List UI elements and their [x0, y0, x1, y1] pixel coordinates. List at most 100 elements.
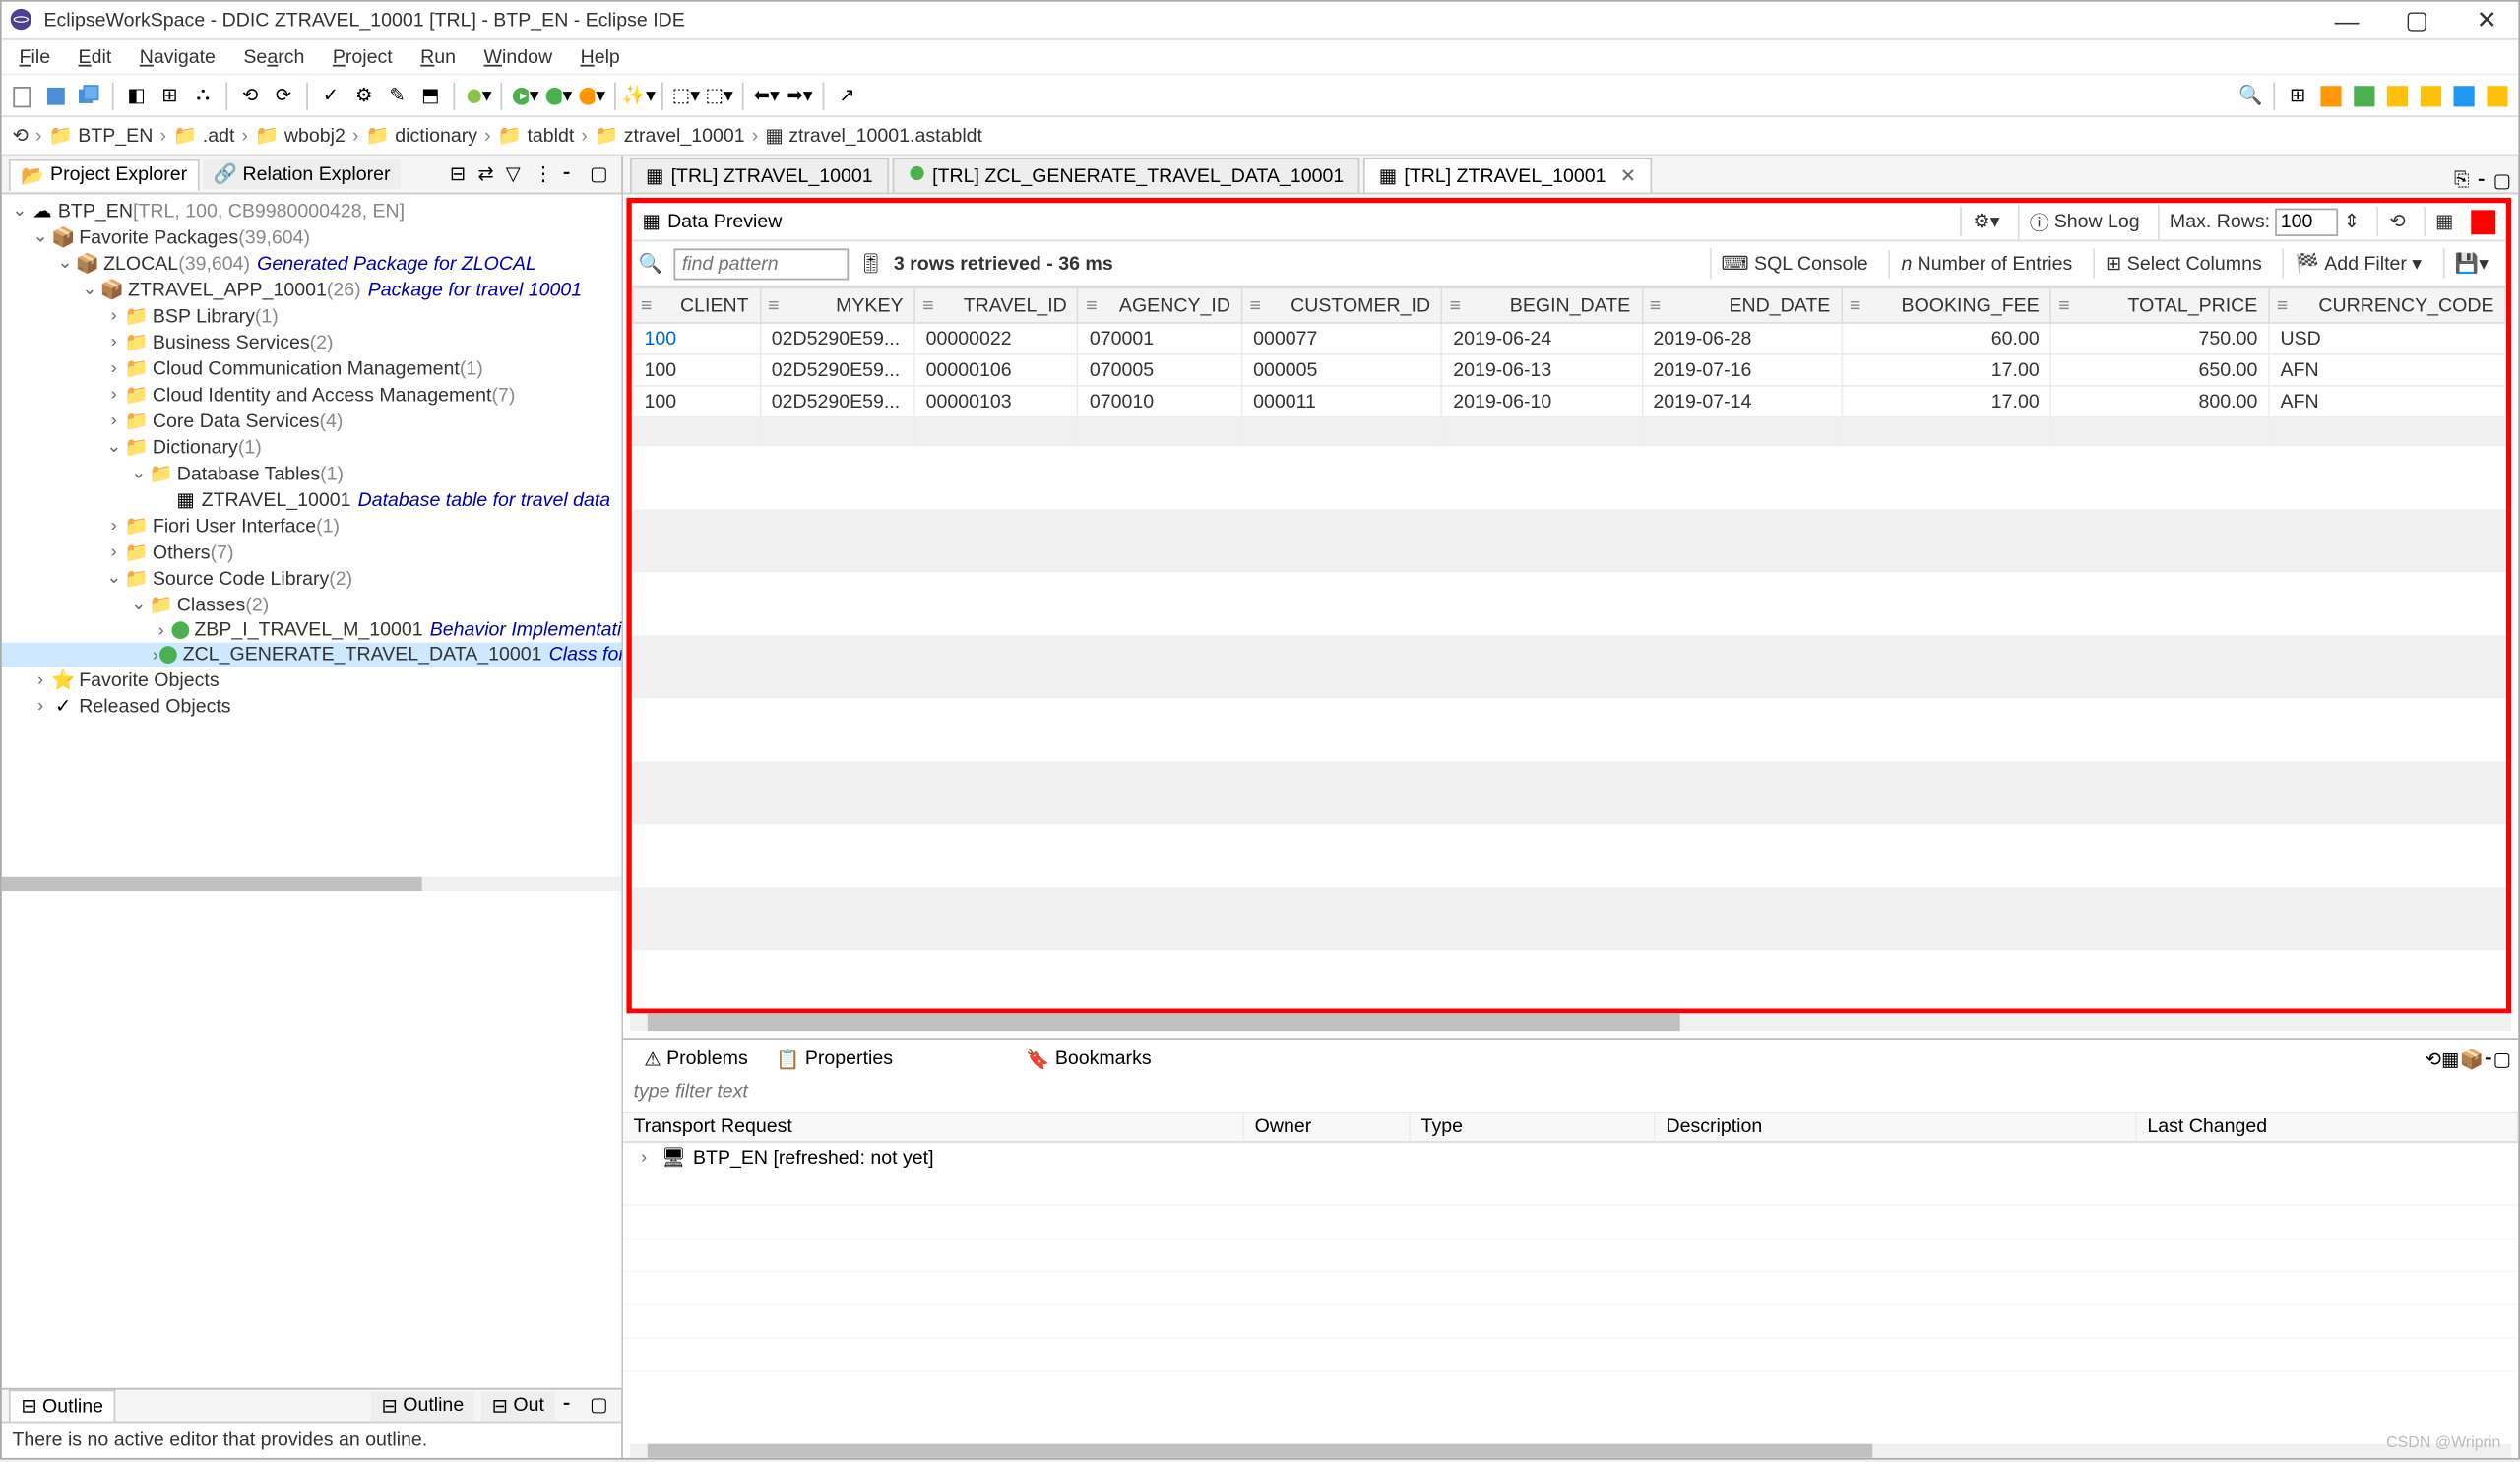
cell[interactable]: 800.00 — [2050, 386, 2269, 417]
tree-core-data[interactable]: ›📁Core Data Services (4) — [2, 408, 621, 434]
tree-ztravel-table[interactable]: ▦ZTRAVEL_10001Database table for travel … — [2, 486, 621, 513]
dp-options-icon[interactable]: ⚙▾ — [1961, 207, 2010, 236]
cell[interactable]: 2019-07-14 — [1642, 386, 1842, 417]
filter-input[interactable] — [634, 1082, 2508, 1103]
cell[interactable]: 000011 — [1241, 386, 1441, 417]
back-icon[interactable]: ⬅▾ — [752, 82, 780, 109]
table-row[interactable]: 10002D5290E59...000000220700010000772019… — [633, 323, 2505, 354]
tree-business[interactable]: ›📁Business Services (2) — [2, 329, 621, 355]
cell[interactable]: 750.00 — [2050, 323, 2269, 354]
bc-item-0[interactable]: 📁BTP_EN — [49, 124, 154, 147]
column-header[interactable]: ≡TOTAL_PRICE — [2050, 287, 2269, 323]
tb-icon-3[interactable]: ⛬ — [189, 82, 217, 109]
filter-icon[interactable]: 🎚 — [858, 252, 883, 275]
tree-fav-pkg[interactable]: ⌄📦Favorite Packages (39,604) — [2, 224, 621, 251]
cell[interactable]: 100 — [633, 386, 760, 417]
column-header[interactable]: ≡AGENCY_ID — [1078, 287, 1241, 323]
cell[interactable]: 60.00 — [1842, 323, 2050, 354]
column-header[interactable]: ≡END_DATE — [1642, 287, 1842, 323]
persp-icon-5[interactable] — [2417, 82, 2444, 109]
tb-icon-1[interactable]: ◧ — [122, 82, 150, 109]
cell[interactable]: 000077 — [1241, 323, 1441, 354]
show-log-button[interactable]: ⓘ Show Log — [2017, 204, 2150, 239]
tree-fav-obj[interactable]: ›⭐Favorite Objects — [2, 667, 621, 693]
cell[interactable]: 070001 — [1078, 323, 1241, 354]
save-all-icon[interactable] — [75, 82, 102, 109]
tree-bsp[interactable]: ›📁BSP Library (1) — [2, 303, 621, 330]
tb-icon-8[interactable]: ✎ — [383, 82, 410, 109]
cell[interactable]: 00000022 — [914, 323, 1078, 354]
sql-console-button[interactable]: ⌨ SQL Console — [1709, 248, 1878, 278]
tree-cloud-id[interactable]: ›📁Cloud Identity and Access Management (… — [2, 382, 621, 409]
tree-dict[interactable]: ⌄📁Dictionary (1) — [2, 434, 621, 461]
column-header[interactable]: ≡CLIENT — [633, 287, 760, 323]
wand-icon[interactable]: ✨▾ — [625, 82, 653, 109]
cell[interactable]: 100 — [633, 354, 760, 386]
table-row[interactable]: 10002D5290E59...000001060700050000052019… — [633, 354, 2505, 386]
close-button[interactable]: ✕ — [2462, 3, 2511, 38]
cell[interactable]: 17.00 — [1842, 386, 2050, 417]
tree-fiori[interactable]: ›📁Fiori User Interface (1) — [2, 513, 621, 540]
persp-icon-4[interactable] — [2383, 82, 2411, 109]
data-grid[interactable]: ≡CLIENT≡MYKEY≡TRAVEL_ID≡AGENCY_ID≡CUSTOM… — [632, 287, 2506, 1008]
close-icon[interactable]: ✕ — [1620, 164, 1636, 187]
menu-navigate[interactable]: Navigate — [126, 43, 230, 71]
transport-row[interactable]: ›🖥BTP_EN [refreshed: not yet] — [623, 1143, 2518, 1173]
th-type[interactable]: Type — [1411, 1113, 1656, 1141]
table-row[interactable]: 10002D5290E59...000001030700100000112019… — [633, 386, 2505, 417]
tab-project-explorer[interactable]: 📂 Project Explorer — [9, 159, 200, 190]
cell[interactable]: 2019-06-13 — [1441, 354, 1641, 386]
persp-icon-3[interactable] — [2351, 82, 2378, 109]
tree-source-lib[interactable]: ⌄📁Source Code Library (2) — [2, 565, 621, 592]
th-description[interactable]: Description — [1656, 1113, 2137, 1141]
tree-scrollbar[interactable] — [2, 877, 621, 891]
select-columns-button[interactable]: ⊞ Select Columns — [2094, 248, 2273, 278]
th-transport[interactable]: Transport Request — [623, 1113, 1244, 1141]
dp-export-icon[interactable]: 💾▾ — [2442, 248, 2498, 278]
tab-outline[interactable]: ⊟Outline — [9, 1390, 116, 1422]
menu-icon[interactable]: ⋮ — [534, 161, 558, 186]
tree-root[interactable]: ⌄☁BTP_EN [TRL, 100, CB9980000428, EN] — [2, 198, 621, 224]
spinner-icon[interactable]: ⇕ — [2344, 210, 2360, 232]
minimize-button[interactable]: — — [2322, 3, 2371, 38]
tab-relation-explorer[interactable]: 🔗 Relation Explorer — [203, 159, 401, 189]
bc-home-icon[interactable]: ⟲ — [12, 124, 28, 147]
tree-ztravel-app[interactable]: ⌄📦ZTRAVEL_APP_10001 (26)Package for trav… — [2, 277, 621, 303]
menu-window[interactable]: Window — [470, 43, 566, 71]
debug-icon[interactable]: ▾ — [464, 82, 491, 109]
maximize-icon[interactable]: ▢ — [590, 161, 614, 186]
tree-rel-obj[interactable]: ›✓Released Objects — [2, 693, 621, 720]
save-icon[interactable] — [42, 82, 70, 109]
cell[interactable]: 2019-06-10 — [1441, 386, 1641, 417]
persp-icon-6[interactable] — [2450, 82, 2478, 109]
maximize-button[interactable]: ▢ — [2392, 3, 2441, 38]
tb-icon-4[interactable]: ⟲ — [236, 82, 264, 109]
tree-others[interactable]: ›📁Others (7) — [2, 540, 621, 566]
collapse-icon[interactable]: ⊟ — [450, 161, 474, 186]
cell[interactable]: AFN — [2269, 354, 2505, 386]
cell[interactable]: 02D5290E59... — [760, 354, 914, 386]
bottom-icon-2[interactable]: ▦ — [2441, 1048, 2460, 1070]
bottom-scrollbar[interactable] — [630, 1444, 2511, 1458]
cell[interactable]: 00000106 — [914, 354, 1078, 386]
dp-grid-icon[interactable]: ▦ — [2424, 207, 2465, 236]
tab-bookmarks[interactable]: 🔖Bookmarks — [1012, 1044, 1166, 1073]
run2-icon[interactable]: ▾ — [544, 82, 572, 109]
max-rows-input[interactable] — [2275, 208, 2338, 235]
bc-item-1[interactable]: 📁.adt — [173, 124, 234, 147]
new-icon[interactable] — [9, 82, 36, 109]
cell[interactable]: 02D5290E59... — [760, 323, 914, 354]
editor-tab-1[interactable]: [TRL] ZCL_GENERATE_TRAVEL_DATA_10001 — [892, 158, 1359, 193]
menu-help[interactable]: Help — [566, 43, 634, 71]
menu-project[interactable]: Project — [319, 43, 407, 71]
link-editor-icon[interactable]: ⇄ — [477, 161, 502, 186]
find-pattern-input[interactable] — [673, 248, 849, 280]
project-tree[interactable]: ⌄☁BTP_EN [TRL, 100, CB9980000428, EN] ⌄📦… — [2, 194, 621, 1387]
minimize-icon[interactable]: ⁃ — [2484, 1048, 2493, 1070]
restore-icon[interactable]: ⎘ — [2454, 169, 2470, 192]
cell[interactable]: 2019-06-28 — [1642, 323, 1842, 354]
tree-db-tables[interactable]: ⌄📁Database Tables (1) — [2, 461, 621, 487]
tab-problems[interactable]: ⚠Problems — [630, 1044, 762, 1073]
th-lastchanged[interactable]: Last Changed — [2137, 1113, 2519, 1141]
tb-icon-5[interactable]: ⟳ — [270, 82, 297, 109]
